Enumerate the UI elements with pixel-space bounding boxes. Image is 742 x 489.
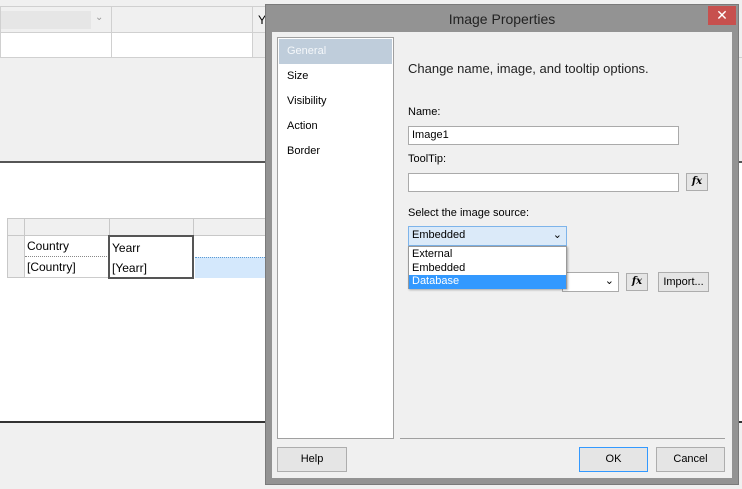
chevron-down-icon: ⌄ (95, 12, 104, 23)
nav-item-general[interactable]: General (279, 39, 392, 64)
help-button[interactable]: Help (277, 447, 347, 472)
cell-country-detail[interactable]: [Country] (25, 257, 109, 278)
cell-yearr-selected[interactable]: Yearr [Yearr] (108, 235, 194, 279)
tooltip-expression-button[interactable]: fx (686, 173, 708, 191)
image-source-select[interactable]: Embedded ⌄ (408, 226, 567, 246)
chevron-down-icon: ⌄ (552, 229, 562, 241)
cancel-button[interactable]: Cancel (656, 447, 725, 472)
tooltip-input[interactable] (408, 173, 679, 192)
dialog-title: Image Properties (448, 11, 556, 27)
header-cell (111, 32, 253, 58)
image-properties-dialog: Image Properties ✕ General Size Visibili… (265, 4, 739, 485)
cell-country-header[interactable]: Country (25, 236, 109, 257)
header-cell (0, 32, 112, 58)
nav-item-border[interactable]: Border (279, 139, 392, 164)
dialog-body: General Size Visibility Action Border Ch… (272, 32, 732, 478)
chevron-down-icon: ⌄ (604, 275, 614, 287)
image-select[interactable]: ⌄ (562, 272, 619, 292)
name-input[interactable]: Image1 (408, 126, 679, 145)
header-cell (111, 6, 253, 33)
close-icon[interactable]: ✕ (708, 6, 736, 25)
divider (400, 438, 725, 439)
nav-list: General Size Visibility Action Border (277, 37, 394, 439)
nav-item-size[interactable]: Size (279, 64, 392, 89)
ok-button[interactable]: OK (579, 447, 648, 472)
image-source-label: Select the image source: (408, 207, 530, 219)
section-heading: Change name, image, and tooltip options. (408, 61, 649, 76)
option-external[interactable]: External (410, 248, 565, 262)
tooltip-label: ToolTip: (408, 153, 447, 165)
name-label: Name: (408, 106, 441, 118)
cell-empty-selected[interactable] (195, 257, 273, 278)
import-button[interactable]: Import... (658, 272, 709, 292)
image-expression-button[interactable]: fx (626, 273, 648, 291)
option-database[interactable]: Database (409, 275, 566, 289)
option-embedded[interactable]: Embedded (410, 262, 565, 276)
field-dropdown[interactable]: ⌄ (0, 6, 112, 33)
nav-item-action[interactable]: Action (279, 114, 392, 139)
image-source-options: External Embedded Database (408, 246, 567, 289)
nav-item-visibility[interactable]: Visibility (279, 89, 392, 114)
